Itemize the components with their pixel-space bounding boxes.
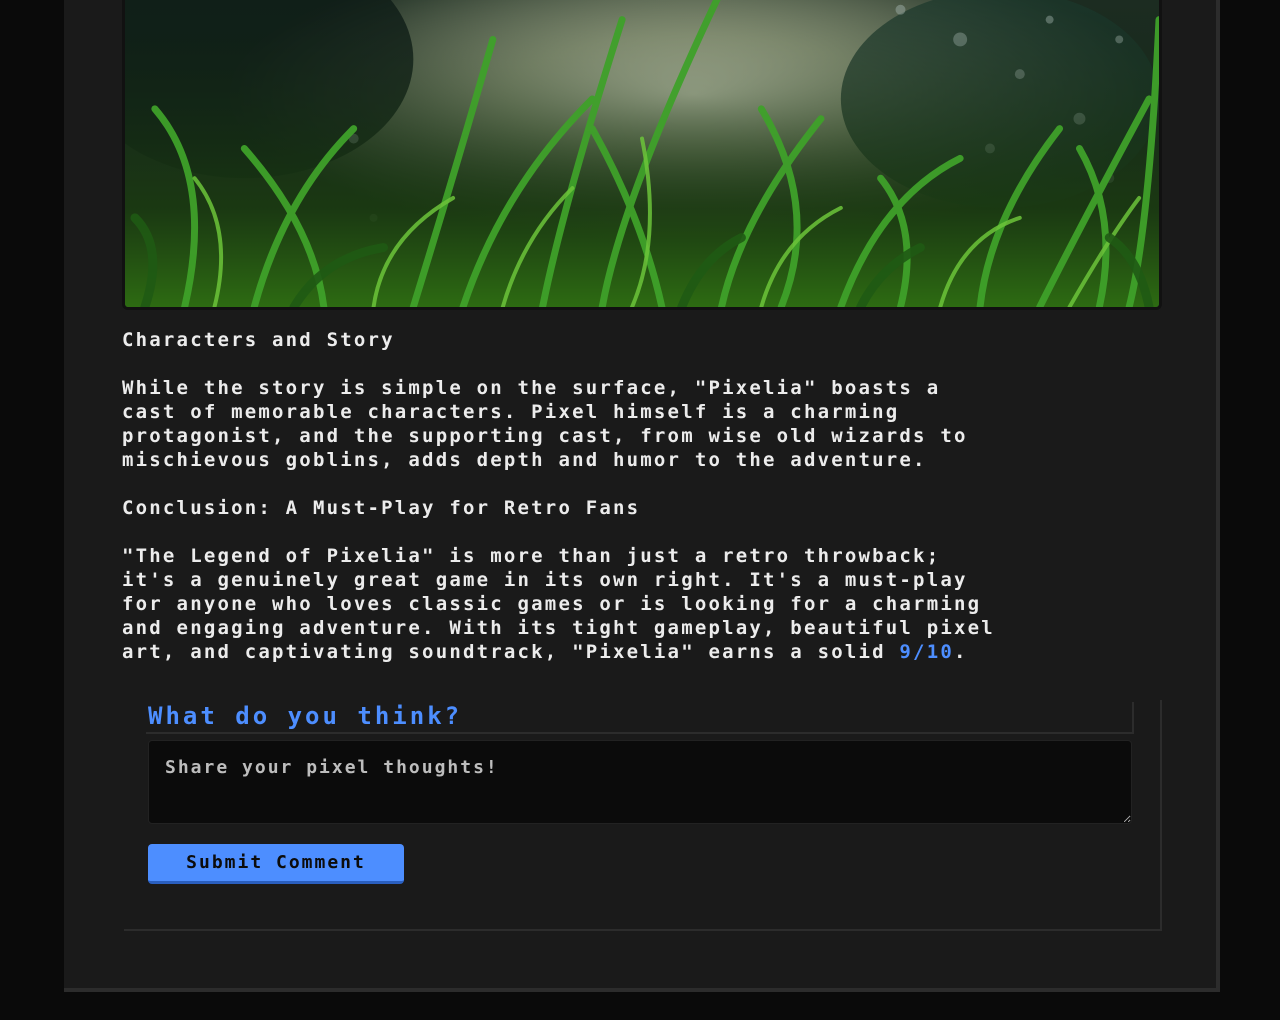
submit-comment-button[interactable]: Submit Comment <box>148 844 404 884</box>
article-card: Characters and Story While the story is … <box>64 0 1220 992</box>
hero-image <box>122 0 1162 310</box>
story-paragraph: While the story is simple on the surface… <box>122 377 968 471</box>
section-heading-story: Characters and Story <box>122 329 395 351</box>
review-score: 9/10 <box>899 641 954 663</box>
conclusion-paragraph: "The Legend of Pixelia" is more than jus… <box>122 544 1182 664</box>
comment-input[interactable] <box>148 740 1132 824</box>
comments-section: What do you think? Submit Comment <box>124 700 1162 931</box>
grass-photo-icon <box>125 0 1159 307</box>
section-heading-conclusion: Conclusion: A Must-Play for Retro Fans <box>122 497 641 519</box>
comments-title: What do you think? <box>146 702 1134 734</box>
article-body: Characters and Story While the story is … <box>122 328 1182 688</box>
conclusion-suffix: . <box>953 641 968 663</box>
conclusion-text: "The Legend of Pixelia" is more than jus… <box>122 545 995 663</box>
